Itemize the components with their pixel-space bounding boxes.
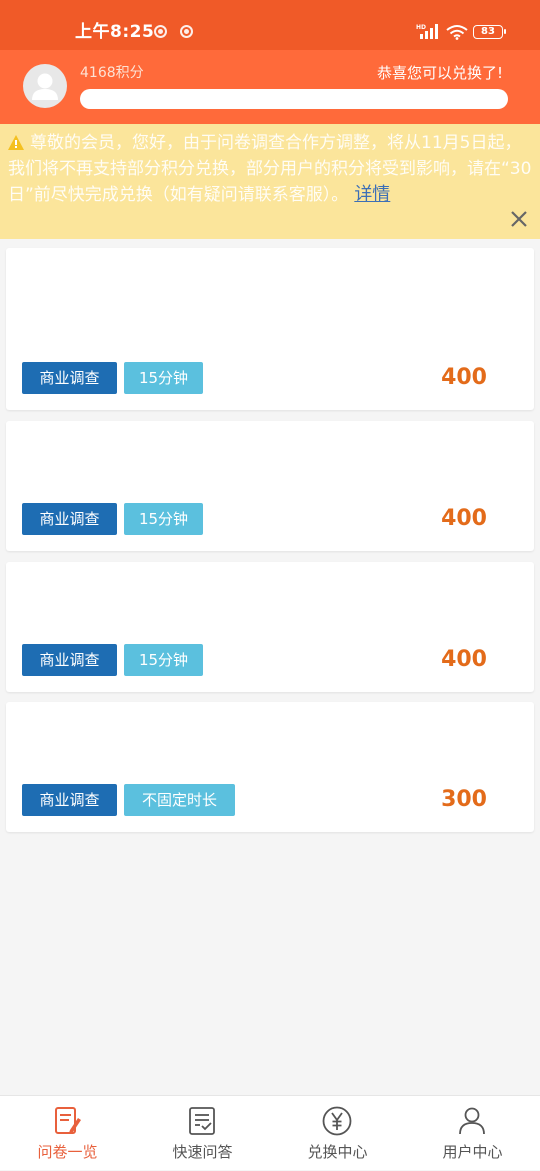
redeem-message: 恭喜您可以兑换了!: [376, 64, 503, 82]
nav-exchange-center[interactable]: 兑换中心: [270, 1096, 405, 1171]
survey-list-icon: [55, 1107, 81, 1134]
duration-tag: 15分钟: [124, 362, 203, 394]
user-icon: [459, 1107, 485, 1135]
yen-circle-icon: [322, 1106, 352, 1136]
notice-text: 尊敬的会员，您好，由于问卷调查合作方调整，将从11月5日起，我们将不再支持部分积…: [8, 133, 532, 205]
user-header: 4168积分 恭喜您可以兑换了!: [0, 50, 540, 124]
notice-body: 尊敬的会员，您好，由于问卷调查合作方调整，将从11月5日起，我们将不再支持部分积…: [8, 130, 534, 210]
survey-points: 400: [441, 647, 487, 672]
notice-details-link[interactable]: 详情: [354, 184, 390, 205]
category-tag: 商业调查: [22, 362, 117, 394]
battery-level: 83: [481, 26, 495, 37]
points-balance: 4168积分: [80, 65, 144, 81]
category-tag: 商业调查: [22, 644, 117, 676]
battery-icon: 83: [473, 25, 506, 39]
avatar[interactable]: [23, 64, 67, 108]
duration-tag: 15分钟: [124, 503, 203, 535]
points-progress-bar: [80, 89, 508, 109]
nav-quick-answer[interactable]: 快速问答: [135, 1096, 270, 1171]
category-tag: 商业调查: [22, 503, 117, 535]
nav-survey-list[interactable]: 问卷一览: [0, 1096, 135, 1171]
quick-answer-icon: [189, 1107, 215, 1135]
status-time: 上午8:25: [75, 22, 155, 42]
survey-card[interactable]: 商业调查 15分钟 400: [6, 562, 534, 692]
duration-tag: 不固定时长: [124, 784, 235, 816]
bottom-nav: 问卷一览 快速问答 兑换中心 用户中心: [0, 1095, 540, 1170]
survey-points: 400: [441, 365, 487, 390]
nav-label: 兑换中心: [307, 1143, 368, 1161]
notification-icon: [180, 25, 193, 38]
survey-card[interactable]: 商业调查 15分钟 400: [6, 248, 534, 410]
notification-icon: [154, 25, 167, 38]
category-tag: 商业调查: [22, 784, 117, 816]
close-icon[interactable]: [508, 208, 530, 230]
survey-points: 400: [441, 506, 487, 531]
wifi-icon: [446, 25, 468, 40]
survey-points: 300: [441, 787, 487, 812]
survey-card[interactable]: 商业调查 不固定时长 300: [6, 702, 534, 832]
cellular-signal-icon: HD: [416, 24, 438, 39]
survey-card[interactable]: 商业调查 15分钟 400: [6, 421, 534, 551]
status-bar: 上午8:25 HD 83: [0, 0, 540, 50]
duration-tag: 15分钟: [124, 644, 203, 676]
nav-label: 快速问答: [172, 1143, 233, 1161]
network-label: HD: [416, 24, 426, 31]
nav-user-center[interactable]: 用户中心: [405, 1096, 540, 1171]
default-avatar-icon: [32, 73, 58, 100]
nav-label: 问卷一览: [37, 1143, 98, 1161]
nav-label: 用户中心: [442, 1143, 503, 1161]
notice-banner: 尊敬的会员，您好，由于问卷调查合作方调整，将从11月5日起，我们将不再支持部分积…: [0, 124, 540, 239]
warning-icon: [8, 135, 24, 150]
